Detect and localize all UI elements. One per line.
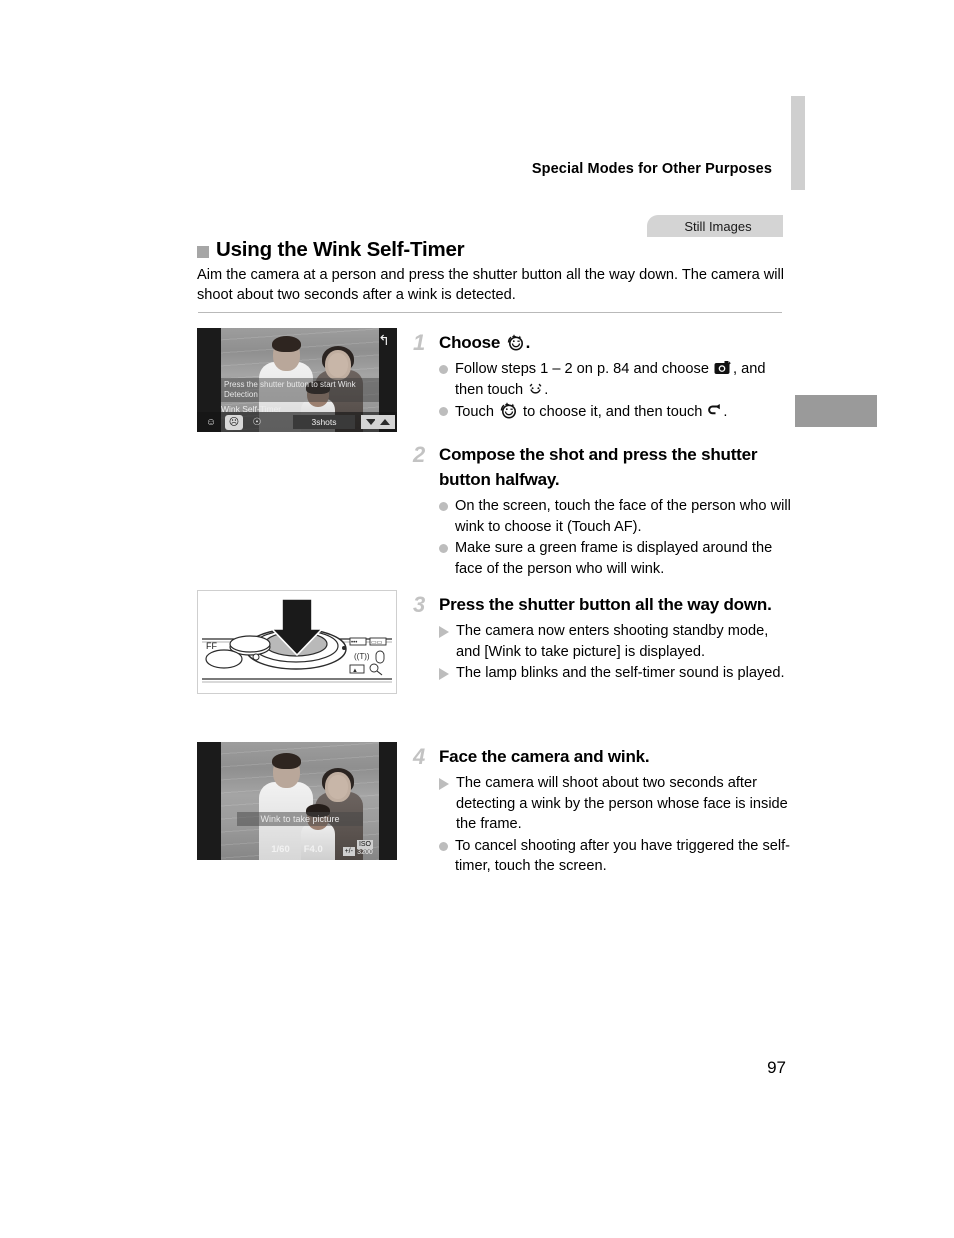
bullet-text-part: Follow steps 1 – 2 on p. 84 and choose bbox=[455, 361, 713, 377]
step-3: 3 Press the shutter button all the way d… bbox=[413, 592, 791, 684]
step-title: Compose the shot and press the shutter b… bbox=[439, 445, 758, 489]
running-head: Special Modes for Other Purposes bbox=[531, 161, 772, 177]
bullet-text-part: . bbox=[723, 404, 728, 420]
page-title: Using the Wink Self-Timer bbox=[216, 238, 465, 261]
step-title: Press the shutter button all the way dow… bbox=[439, 595, 772, 614]
shots-value[interactable]: 3shots bbox=[293, 415, 355, 429]
step-bullets: The camera now enters shooting standby m… bbox=[439, 621, 791, 684]
aperture-value: F4.0 bbox=[303, 844, 323, 855]
bullet-text: To cancel shooting after you have trigge… bbox=[455, 837, 791, 875]
lcd-bottom-bar: ☺ ☹ ☉ 3shots bbox=[197, 412, 397, 432]
list-item: Follow steps 1 – 2 on p. 84 and choose ,… bbox=[439, 359, 791, 400]
manual-page: Special Modes for Other Purposes Still I… bbox=[0, 0, 954, 1238]
camera-lcd-screen-standby: Wink to take picture 1/60 F4.0 +/- ISO 3… bbox=[197, 742, 397, 860]
svg-text:•••: ••• bbox=[351, 640, 357, 646]
step-number: 1 bbox=[413, 330, 426, 355]
list-item: The camera now enters shooting standby m… bbox=[439, 621, 791, 662]
list-item: The camera will shoot about two seconds … bbox=[439, 773, 791, 835]
iso-label: ISO bbox=[356, 840, 373, 849]
back-arrow-icon[interactable]: ↰ bbox=[375, 332, 393, 348]
section-intro: Aim the camera at a person and press the… bbox=[197, 267, 785, 303]
lcd-message: Press the shutter button to start Wink D… bbox=[221, 378, 379, 402]
bullet-dot-icon bbox=[439, 841, 448, 851]
bullet-text: Make sure a green frame is displayed aro… bbox=[455, 540, 773, 577]
step-title-suffix: . bbox=[525, 333, 531, 352]
exposure-comp-chip: +/- bbox=[342, 847, 355, 856]
list-item: Make sure a green frame is displayed aro… bbox=[439, 538, 791, 579]
bullet-text: The lamp blinks and the self-timer sound… bbox=[456, 665, 785, 681]
step-bullets: The camera will shoot about two seconds … bbox=[439, 773, 791, 877]
camera-diagram-svg: FF ••• ▭▭ ((T)) ▲ bbox=[202, 598, 392, 683]
shutter-speed-value: 1/60 bbox=[271, 844, 290, 855]
step-4: 4 Face the camera and wink. The camera w… bbox=[413, 744, 791, 877]
face-self-timer-icon[interactable]: ☺ bbox=[202, 415, 220, 430]
svg-text:▭▭: ▭▭ bbox=[371, 640, 383, 646]
list-item: To cancel shooting after you have trigge… bbox=[439, 836, 791, 877]
bullet-text-part: to choose it, and then touch bbox=[519, 404, 707, 420]
wink-self-timer-icon bbox=[507, 334, 523, 351]
smile-face-icon bbox=[529, 383, 542, 394]
chapter-tab-light bbox=[791, 96, 805, 190]
wink-self-timer-icon[interactable]: ☹ bbox=[225, 414, 243, 430]
chapter-tab-dark bbox=[795, 395, 877, 427]
bullet-text: Touch to choose it, and then touch . bbox=[455, 401, 727, 423]
bullet-text: Follow steps 1 – 2 on p. 84 and choose ,… bbox=[455, 359, 791, 400]
svg-text:FF: FF bbox=[206, 641, 217, 651]
step-number: 3 bbox=[413, 592, 426, 617]
lcd-iso-info: +/- ISO 3200 bbox=[342, 840, 373, 856]
step-title: Face the camera and wink. bbox=[439, 747, 650, 766]
horizontal-divider bbox=[198, 312, 782, 313]
bullet-text: On the screen, touch the face of the per… bbox=[455, 498, 791, 535]
figure-lcd-wink-standby: Wink to take picture 1/60 F4.0 +/- ISO 3… bbox=[197, 742, 397, 860]
face-self-timer-menu-icon bbox=[714, 361, 732, 374]
bullet-text: The camera now enters shooting standby m… bbox=[456, 623, 769, 660]
step-bullets: Follow steps 1 – 2 on p. 84 and choose ,… bbox=[439, 359, 791, 423]
camera-lcd-screen: ↰ Press the shutter button to start Wink… bbox=[197, 328, 397, 432]
svg-text:▲: ▲ bbox=[352, 668, 358, 674]
figure-camera-shutter: FF ••• ▭▭ ((T)) ▲ bbox=[197, 590, 397, 694]
section-heading: Using the Wink Self-Timer bbox=[197, 238, 465, 262]
triangle-marker-icon bbox=[439, 778, 449, 790]
lcd-left-letterbox bbox=[197, 742, 221, 860]
chevron-up-icon[interactable] bbox=[375, 415, 395, 429]
bullet-dot-icon bbox=[439, 502, 448, 511]
step-number: 4 bbox=[413, 744, 426, 769]
bullet-text: The camera will shoot about two seconds … bbox=[456, 775, 788, 832]
svg-text:((T)): ((T)) bbox=[354, 652, 370, 661]
page-number: 97 bbox=[767, 1058, 786, 1077]
camera-top-shutter-button-diagram: FF ••• ▭▭ ((T)) ▲ bbox=[197, 590, 397, 694]
list-item: The lamp blinks and the self-timer sound… bbox=[439, 663, 791, 684]
lcd-wink-hint: Wink to take picture bbox=[237, 812, 363, 826]
lcd-right-letterbox bbox=[379, 742, 397, 860]
list-item: On the screen, touch the face of the per… bbox=[439, 496, 791, 537]
custom-self-timer-icon[interactable]: ☉ bbox=[248, 415, 266, 430]
step-title: Choose . bbox=[439, 330, 791, 355]
bullet-text-part: Touch bbox=[455, 404, 498, 420]
step-1: 1 Choose . Follow steps 1 – 2 on p. 84 a… bbox=[413, 330, 791, 423]
back-arrow-icon bbox=[708, 404, 721, 415]
step-title-text: Choose bbox=[439, 333, 501, 352]
bullet-dot-icon bbox=[439, 407, 448, 416]
bullet-text-part: . bbox=[544, 381, 549, 398]
still-images-badge: Still Images bbox=[647, 215, 783, 237]
figure-lcd-wink-setup: ↰ Press the shutter button to start Wink… bbox=[197, 328, 397, 432]
step-2: 2 Compose the shot and press the shutter… bbox=[413, 442, 791, 579]
list-item: Touch to choose it, and then touch . bbox=[439, 401, 791, 423]
wink-self-timer-icon bbox=[500, 402, 516, 419]
bullet-dot-icon bbox=[439, 544, 448, 553]
step-number: 2 bbox=[413, 442, 426, 467]
triangle-marker-icon bbox=[439, 668, 449, 680]
iso-value: 3200 bbox=[357, 849, 373, 856]
triangle-marker-icon bbox=[439, 626, 449, 638]
step-bullets: On the screen, touch the face of the per… bbox=[439, 496, 791, 579]
bullet-dot-icon bbox=[439, 365, 448, 374]
square-bullet-icon bbox=[197, 246, 209, 258]
